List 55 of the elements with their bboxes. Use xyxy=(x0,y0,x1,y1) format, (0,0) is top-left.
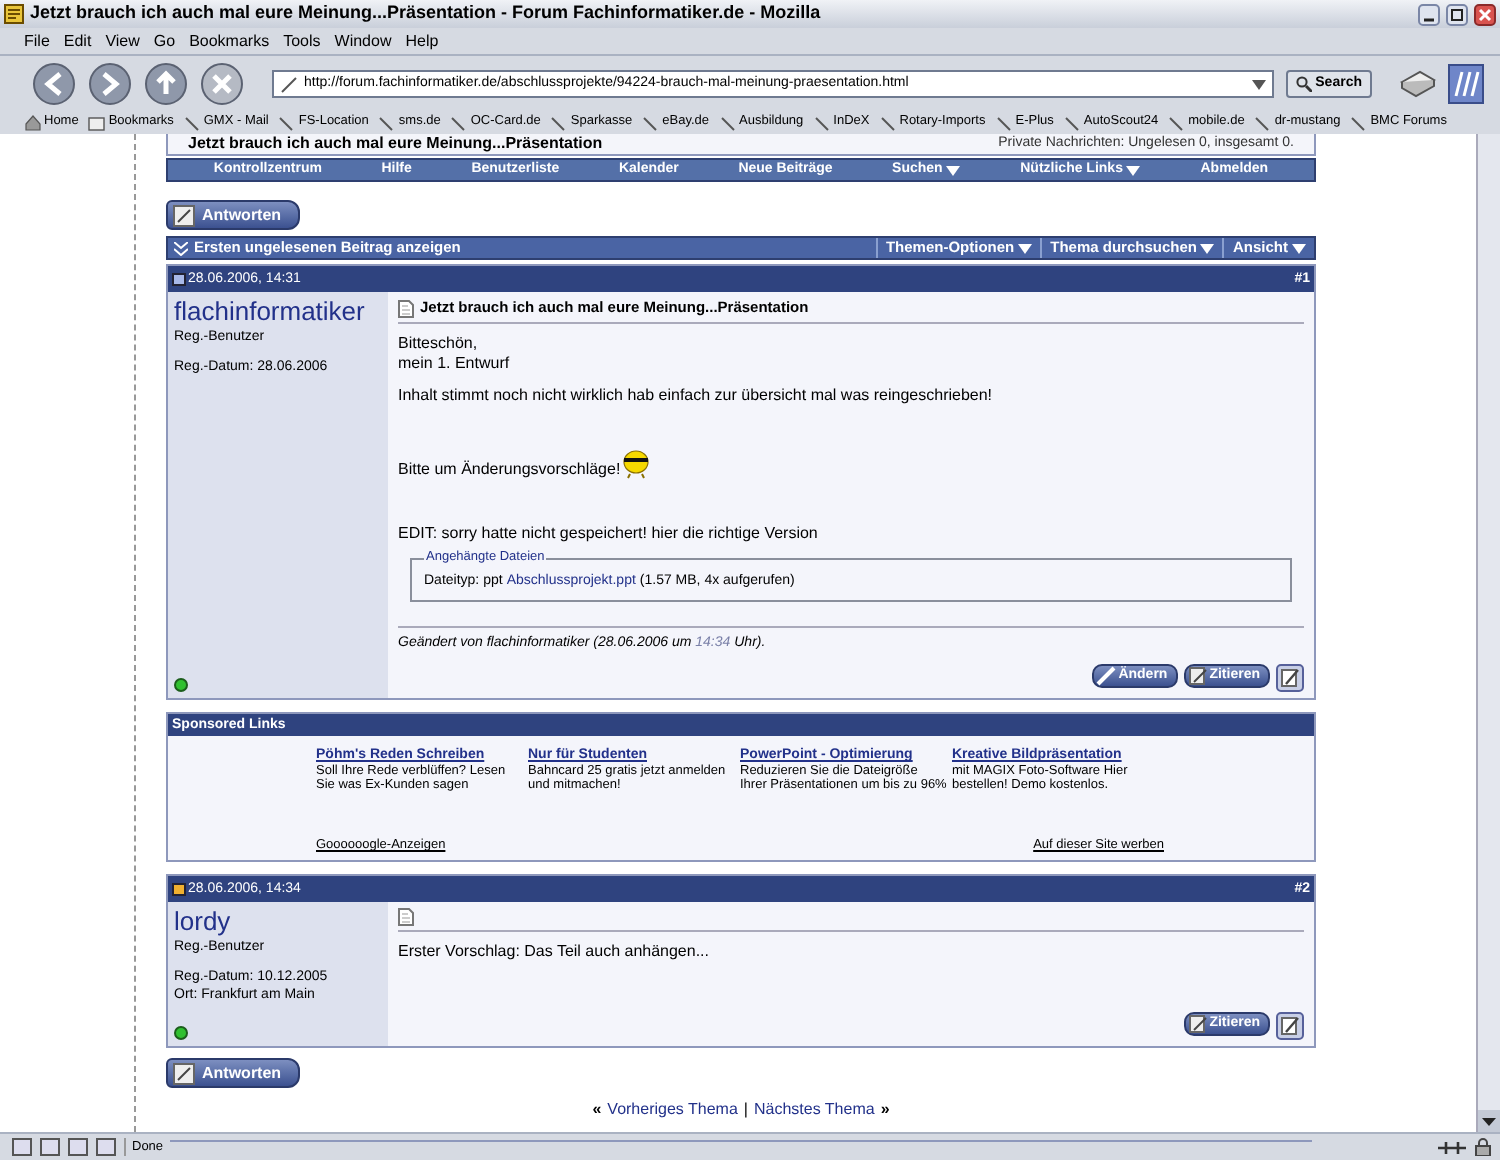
username-link[interactable]: flachinformatiker xyxy=(174,298,382,326)
document-icon xyxy=(398,908,414,926)
post-text: EDIT: sorry hatte nicht gespeichert! hier die richtige Version xyxy=(398,524,818,544)
username-link[interactable]: lordy xyxy=(174,908,382,936)
menu-item[interactable]: Edit xyxy=(63,29,92,53)
minimize-icon[interactable] xyxy=(1418,3,1440,25)
close-icon[interactable] xyxy=(1474,3,1496,25)
previous-thread-link[interactable]: Vorheriges Thema xyxy=(607,1100,738,1120)
reply-button[interactable]: Antworten xyxy=(166,1058,300,1088)
post-text: Bitte um Änderungsvorschläge! xyxy=(398,460,621,480)
dropdown-arrow-icon xyxy=(1018,243,1033,253)
menu-item[interactable]: Window xyxy=(334,29,392,53)
reply-button[interactable]: Antworten xyxy=(166,200,300,230)
dropdown-arrow-icon xyxy=(946,165,961,175)
dropdown-arrow-icon xyxy=(1251,79,1266,89)
next-thread-link[interactable]: Nächstes Thema xyxy=(753,1100,875,1120)
throbber-icon xyxy=(1448,64,1484,104)
app-icon xyxy=(4,4,24,24)
quote-icon xyxy=(1187,666,1208,686)
right-guillemet: » xyxy=(880,1100,890,1120)
lock-icon xyxy=(1474,1138,1492,1156)
notepad-icon xyxy=(172,1061,196,1085)
left-guillemet: « xyxy=(592,1100,602,1120)
menu-item[interactable]: Help xyxy=(405,29,439,53)
double-arrow-icon xyxy=(174,241,188,255)
reload-button-icon[interactable] xyxy=(144,62,188,106)
sunglasses-smiley-icon xyxy=(620,450,655,480)
forward-button-icon[interactable] xyxy=(88,62,132,106)
edit-icon[interactable] xyxy=(1276,664,1304,692)
post-text: Erster Vorschlag: Das Teil auch anhängen... xyxy=(398,942,709,962)
thread-title: Jetzt brauch ich auch mal eure Meinung...Präsentation xyxy=(188,134,603,154)
search-icon xyxy=(1295,76,1312,92)
back-button-icon[interactable] xyxy=(32,62,76,106)
stop-button-icon[interactable] xyxy=(200,62,244,106)
quote-icon xyxy=(1187,1014,1208,1034)
document-icon xyxy=(398,299,414,317)
menu-item[interactable]: Go xyxy=(153,29,176,53)
scroll-down-icon xyxy=(1478,1110,1500,1132)
post-text: Bitteschön, mein 1. Entwurf xyxy=(398,334,510,374)
scrollbar[interactable] xyxy=(1476,134,1500,1132)
edit-icon[interactable] xyxy=(1276,1012,1304,1040)
dropdown-arrow-icon xyxy=(1200,243,1215,253)
menu-item[interactable]: Tools xyxy=(283,29,321,53)
dropdown-arrow-icon xyxy=(1292,243,1306,253)
window-title: Jetzt brauch ich auch mal eure Meinung...Präsentation - Forum Fachinformatiker.de - Mozilla xyxy=(30,0,823,27)
post-text: Inhalt stimmt noch nicht wirklich hab einfach zur übersicht mal was reingeschrieben! xyxy=(398,386,993,406)
menu-item[interactable]: File xyxy=(24,29,50,53)
menu-item[interactable]: Bookmarks xyxy=(189,29,270,53)
dropdown-arrow-icon xyxy=(1126,165,1141,175)
menu-item[interactable]: View xyxy=(105,29,140,53)
maximize-icon[interactable] xyxy=(1446,3,1468,25)
folder-icon xyxy=(88,114,107,132)
connection-icon xyxy=(1438,1139,1466,1155)
notepad-icon xyxy=(172,203,196,227)
separator: | xyxy=(743,1100,748,1120)
